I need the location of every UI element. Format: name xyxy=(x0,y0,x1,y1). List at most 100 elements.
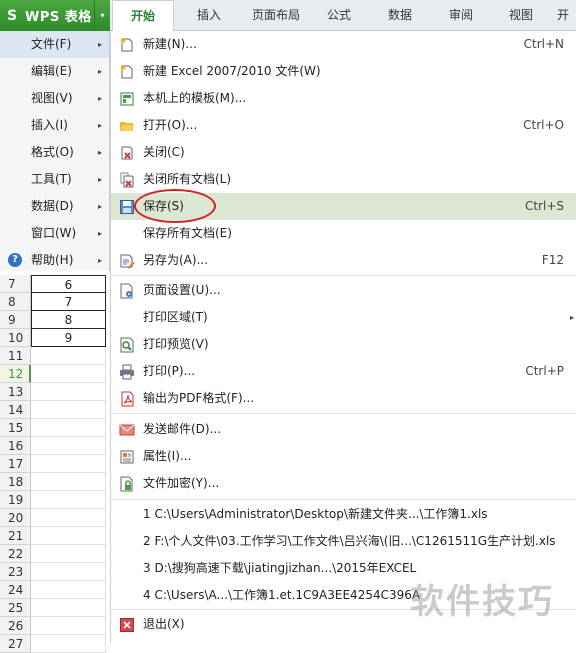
menu-item-edit[interactable]: 编辑(E) ▸ xyxy=(0,58,109,85)
menu-item-help[interactable]: ? 帮助(H) ▸ xyxy=(0,247,109,274)
row-header[interactable]: 19 xyxy=(0,491,31,509)
table-cell[interactable] xyxy=(31,401,106,419)
menu-item-print-area[interactable]: 打印区域(T) ▸ xyxy=(111,304,576,331)
table-cell[interactable] xyxy=(31,347,106,365)
table-cell[interactable] xyxy=(31,563,106,581)
tab-developer[interactable]: 开 xyxy=(550,0,576,31)
menu-item-view[interactable]: 视图(V) ▸ xyxy=(0,85,109,112)
table-cell[interactable]: 8 xyxy=(31,311,106,329)
table-row: 23 xyxy=(0,563,110,581)
menu-item-encrypt[interactable]: 文件加密(Y)... xyxy=(111,470,576,497)
recent-file-path: 1 C:\Users\Administrator\Desktop\新建文件夹..… xyxy=(143,507,488,521)
menu-item-label: 新建 Excel 2007/2010 文件(W) xyxy=(143,64,321,78)
wps-app-menu-button[interactable]: S WPS 表格 ▾ xyxy=(0,0,110,31)
row-header[interactable]: 21 xyxy=(0,527,31,545)
table-row: 20 xyxy=(0,509,110,527)
row-header[interactable]: 9 xyxy=(0,311,31,329)
row-header[interactable]: 23 xyxy=(0,563,31,581)
table-cell[interactable] xyxy=(31,545,106,563)
tab-home[interactable]: 开始 xyxy=(112,0,174,32)
menu-item-close-all[interactable]: 关闭所有文档(L) xyxy=(111,166,576,193)
table-cell[interactable] xyxy=(31,455,106,473)
menu-item-save-as[interactable]: 另存为(A)... F12 xyxy=(111,247,576,274)
table-row: 24 xyxy=(0,581,110,599)
table-cell[interactable] xyxy=(31,473,106,491)
table-cell[interactable] xyxy=(31,419,106,437)
row-header[interactable]: 10 xyxy=(0,329,31,347)
wps-main-menu: 文件(F) ▸ 编辑(E) ▸ 视图(V) ▸ 插入(I) ▸ 格式(O) ▸ … xyxy=(0,31,110,271)
chevron-down-icon[interactable]: ▾ xyxy=(94,0,110,31)
tab-data[interactable]: 数据 xyxy=(370,0,430,31)
table-cell[interactable]: 6 xyxy=(31,275,106,293)
menu-item-open[interactable]: 打开(O)... Ctrl+O xyxy=(111,112,576,139)
tab-formulas[interactable]: 公式 xyxy=(308,0,370,31)
row-header[interactable]: 14 xyxy=(0,401,31,419)
table-row: 25 xyxy=(0,599,110,617)
menu-item-label: 工具(T) xyxy=(31,172,72,186)
table-cell[interactable] xyxy=(31,437,106,455)
menu-item-local-templates[interactable]: 本机上的模板(M)... xyxy=(111,85,576,112)
chevron-right-icon: ▸ xyxy=(97,202,102,211)
menu-item-print[interactable]: 打印(P)... Ctrl+P xyxy=(111,358,576,385)
menu-item-label: 打开(O)... xyxy=(143,118,198,132)
table-row: 26 xyxy=(0,617,110,635)
table-cell[interactable] xyxy=(31,581,106,599)
row-header[interactable]: 13 xyxy=(0,383,31,401)
menu-item-save[interactable]: 保存(S) Ctrl+S xyxy=(111,193,576,220)
table-row: 10 9 xyxy=(0,329,110,347)
menu-item-label: 页面设置(U)... xyxy=(143,283,221,297)
tab-view[interactable]: 视图 xyxy=(492,0,550,31)
menu-item-new-excel[interactable]: 新建 Excel 2007/2010 文件(W) xyxy=(111,58,576,85)
close-file-icon xyxy=(121,146,133,160)
table-cell[interactable] xyxy=(31,383,106,401)
table-cell[interactable] xyxy=(31,599,106,617)
row-header[interactable]: 11 xyxy=(0,347,31,365)
row-header[interactable]: 15 xyxy=(0,419,31,437)
table-cell[interactable] xyxy=(31,527,106,545)
menu-item-save-all[interactable]: 保存所有文档(E) xyxy=(111,220,576,247)
row-header[interactable]: 20 xyxy=(0,509,31,527)
menu-item-data[interactable]: 数据(D) ▸ xyxy=(0,193,109,220)
menu-item-properties[interactable]: 属性(I)... xyxy=(111,443,576,470)
row-header[interactable]: 25 xyxy=(0,599,31,617)
table-row: 18 xyxy=(0,473,110,491)
row-header[interactable]: 7 xyxy=(0,275,31,293)
table-cell[interactable] xyxy=(31,491,106,509)
table-cell[interactable] xyxy=(31,617,106,635)
menu-item-window[interactable]: 窗口(W) ▸ xyxy=(0,220,109,247)
menu-item-close[interactable]: 关闭(C) xyxy=(111,139,576,166)
menu-item-insert[interactable]: 插入(I) ▸ xyxy=(0,112,109,139)
row-header[interactable]: 8 xyxy=(0,293,31,311)
menu-item-label: 格式(O) xyxy=(31,145,74,159)
menu-item-format[interactable]: 格式(O) ▸ xyxy=(0,139,109,166)
menu-item-label: 新建(N)... xyxy=(143,37,197,51)
row-header[interactable]: 17 xyxy=(0,455,31,473)
row-header[interactable]: 18 xyxy=(0,473,31,491)
menu-item-new[interactable]: 新建(N)... Ctrl+N xyxy=(111,31,576,58)
exit-icon xyxy=(120,618,134,632)
menu-item-tools[interactable]: 工具(T) ▸ xyxy=(0,166,109,193)
menu-item-label: 保存所有文档(E) xyxy=(143,226,232,240)
tab-review[interactable]: 审阅 xyxy=(430,0,492,31)
menu-item-send-mail[interactable]: 发送邮件(D)... xyxy=(111,416,576,443)
table-cell[interactable] xyxy=(31,635,106,653)
menu-item-print-preview[interactable]: 打印预览(V) xyxy=(111,331,576,358)
menu-item-page-setup[interactable]: 页面设置(U)... xyxy=(111,277,576,304)
recent-file-2[interactable]: 2 F:\个人文件\03.工作学习\工作文件\吕兴海\(旧...\C126151… xyxy=(111,528,576,555)
table-cell[interactable]: 9 xyxy=(31,329,106,347)
row-header[interactable]: 26 xyxy=(0,617,31,635)
row-header[interactable]: 16 xyxy=(0,437,31,455)
table-cell[interactable]: 7 xyxy=(31,293,106,311)
menu-item-label: 打印(P)... xyxy=(143,364,196,378)
tab-page-layout[interactable]: 页面布局 xyxy=(244,0,308,31)
row-header[interactable]: 24 xyxy=(0,581,31,599)
table-cell[interactable] xyxy=(31,509,106,527)
row-header[interactable]: 22 xyxy=(0,545,31,563)
menu-item-export-pdf[interactable]: 输出为PDF格式(F)... xyxy=(111,385,576,412)
recent-file-1[interactable]: 1 C:\Users\Administrator\Desktop\新建文件夹..… xyxy=(111,501,576,528)
row-header[interactable]: 27 xyxy=(0,635,31,653)
row-header-selected[interactable]: 12 xyxy=(0,365,31,383)
tab-insert[interactable]: 插入 xyxy=(174,0,244,31)
menu-item-file[interactable]: 文件(F) ▸ xyxy=(0,31,109,58)
table-cell[interactable] xyxy=(31,365,106,383)
